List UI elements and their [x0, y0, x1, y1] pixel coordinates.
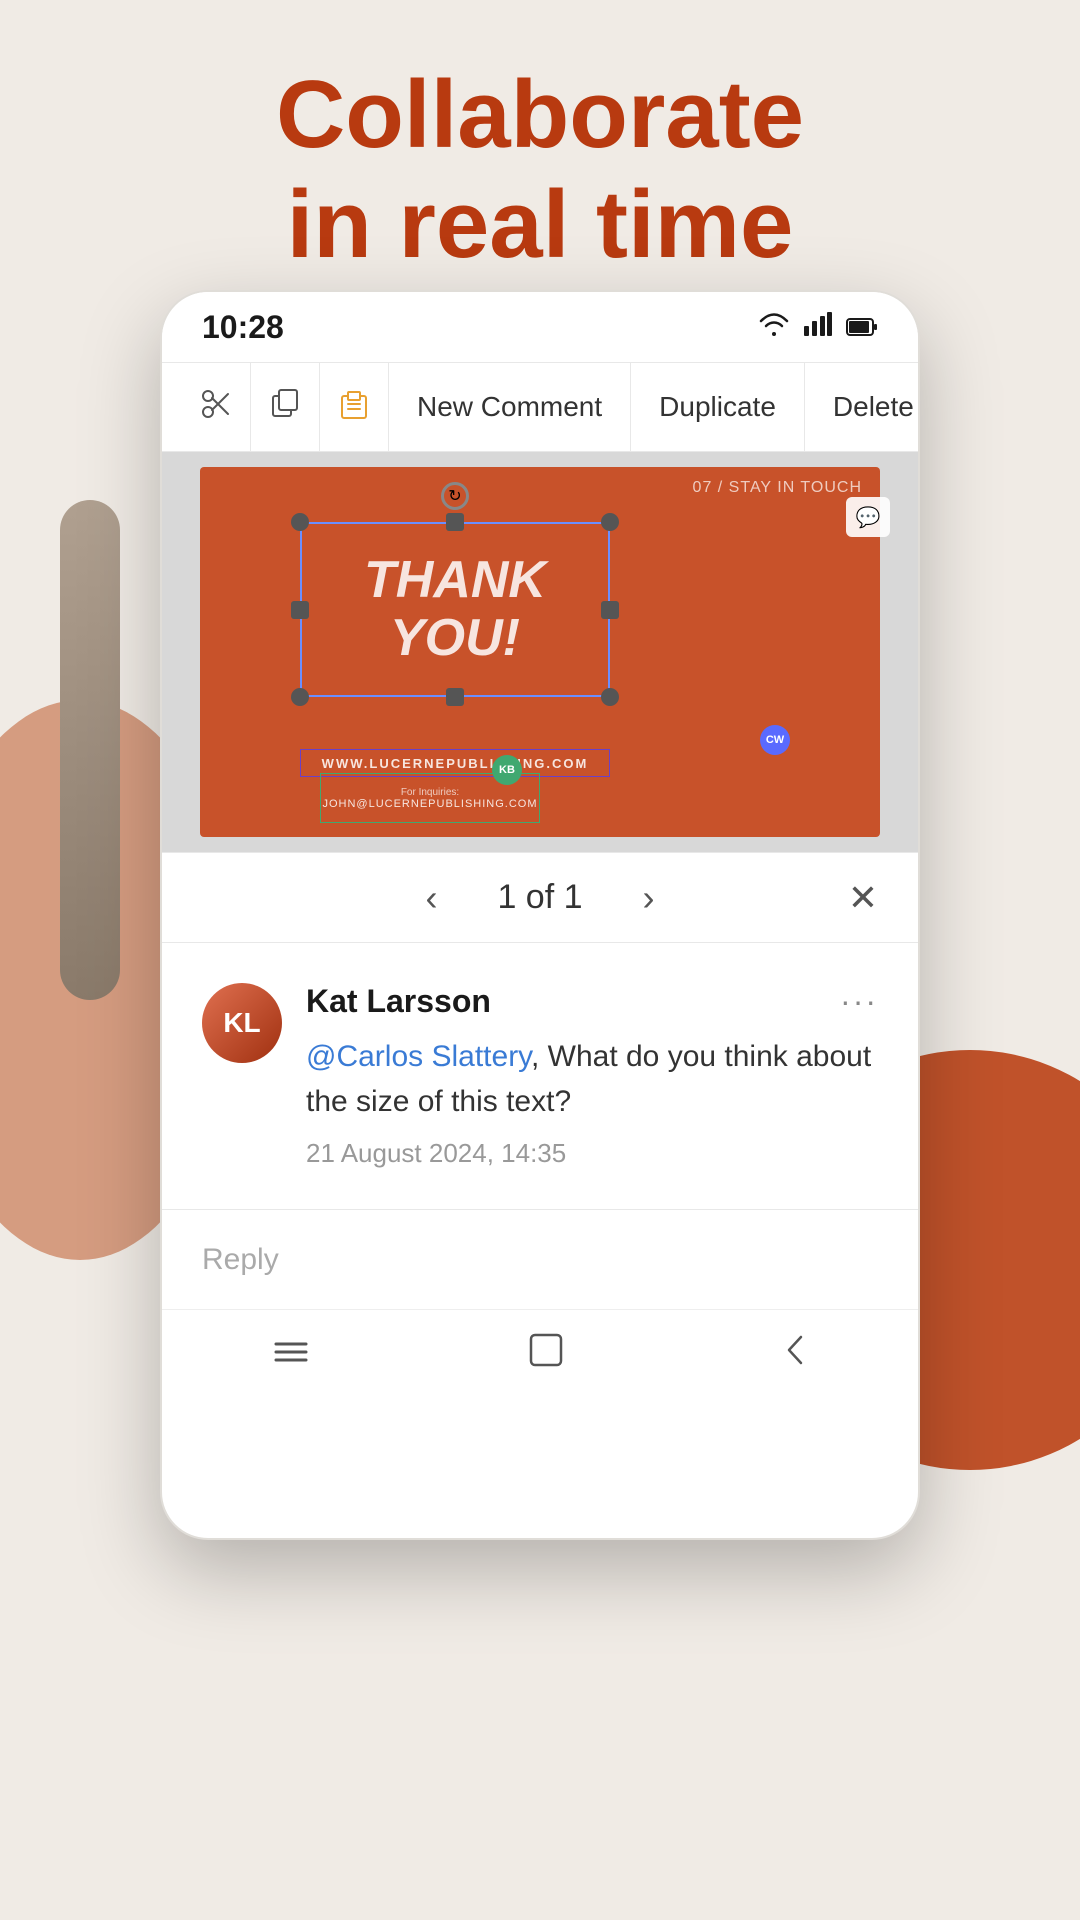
commenter-name: Kat Larsson: [306, 983, 491, 1020]
hero-line1: Collaborate: [0, 60, 1080, 170]
scissors-icon: [200, 388, 232, 427]
paste-button[interactable]: [320, 363, 389, 451]
avatar-image: KL: [202, 983, 282, 1063]
wifi-icon: [758, 312, 790, 343]
handle-bottom-right[interactable]: [601, 688, 619, 706]
status-icons: [758, 312, 878, 343]
comment-mention[interactable]: @Carlos Slattery: [306, 1040, 531, 1073]
handle-mid-left[interactable]: [291, 601, 309, 619]
phone-mockup: 10:28: [160, 290, 920, 1540]
battery-icon: [846, 312, 878, 343]
reply-bar: Reply: [162, 1209, 918, 1309]
comment-date: 21 August 2024, 14:35: [306, 1138, 878, 1169]
scissors-button[interactable]: [182, 363, 251, 451]
thank-you-text: THANKYOU!: [300, 522, 610, 697]
canvas-area: 07 / STAY IN TOUCH THANKYOU! ↻: [162, 452, 918, 852]
nav-home-button[interactable]: [513, 1317, 579, 1392]
bottom-nav: [162, 1309, 918, 1399]
handle-top-left[interactable]: [291, 513, 309, 531]
prev-page-button[interactable]: ‹: [415, 867, 447, 929]
pagination-bar: ‹ 1 of 1 › ✕: [162, 852, 918, 942]
commenter-avatar: KL: [202, 983, 282, 1063]
status-bar: 10:28: [162, 292, 918, 362]
bg-lamp: [60, 500, 120, 1000]
next-page-button[interactable]: ›: [633, 867, 665, 929]
status-time: 10:28: [202, 309, 284, 346]
url-text: WWW.LUCERNEPUBLISHING.COM: [322, 756, 589, 771]
hero-line2: in real time: [0, 170, 1080, 280]
delete-button[interactable]: Delete: [805, 363, 920, 451]
nav-back-button[interactable]: [765, 1317, 825, 1392]
badge-kb: KB: [492, 755, 522, 785]
duplicate-button[interactable]: Duplicate: [631, 363, 805, 451]
selected-element[interactable]: THANKYOU! ↻: [300, 522, 610, 697]
comment-item: KL Kat Larsson ··· @Carlos Slattery, Wha…: [202, 983, 878, 1169]
handle-top-right[interactable]: [601, 513, 619, 531]
page-info: 1 of 1: [497, 878, 582, 917]
nav-menu-button[interactable]: [255, 1318, 327, 1392]
rotate-handle[interactable]: ↻: [441, 482, 469, 510]
comment-header: Kat Larsson ···: [306, 983, 878, 1020]
signal-icon: [804, 312, 832, 343]
toolbar: New Comment Duplicate Delete: [162, 362, 918, 452]
handle-top-center[interactable]: [446, 513, 464, 531]
paste-icon: [338, 388, 370, 427]
comment-menu-button[interactable]: ···: [840, 983, 878, 1020]
comments-panel: KL Kat Larsson ··· @Carlos Slattery, Wha…: [162, 942, 918, 1209]
close-button[interactable]: ✕: [848, 877, 878, 919]
slide: 07 / STAY IN TOUCH THANKYOU! ↻: [200, 467, 880, 837]
inquiry-email: JOHN@LUCERNEPUBLISHING.COM: [322, 798, 537, 810]
comment-body: Kat Larsson ··· @Carlos Slattery, What d…: [306, 983, 878, 1169]
handle-bottom-center[interactable]: [446, 688, 464, 706]
copy-icon: [269, 388, 301, 427]
new-comment-button[interactable]: New Comment: [389, 363, 631, 451]
handle-bottom-left[interactable]: [291, 688, 309, 706]
reply-input[interactable]: Reply: [202, 1243, 878, 1277]
copy-button[interactable]: [251, 363, 320, 451]
badge-cw: CW: [760, 725, 790, 755]
slide-label: 07 / STAY IN TOUCH: [693, 479, 862, 497]
handle-mid-right[interactable]: [601, 601, 619, 619]
hero-title: Collaborate in real time: [0, 60, 1080, 281]
comment-text: @Carlos Slattery, What do you think abou…: [306, 1034, 878, 1124]
inquiry-label: For Inquiries:: [401, 787, 459, 798]
comment-bubble[interactable]: 💬: [846, 497, 890, 537]
